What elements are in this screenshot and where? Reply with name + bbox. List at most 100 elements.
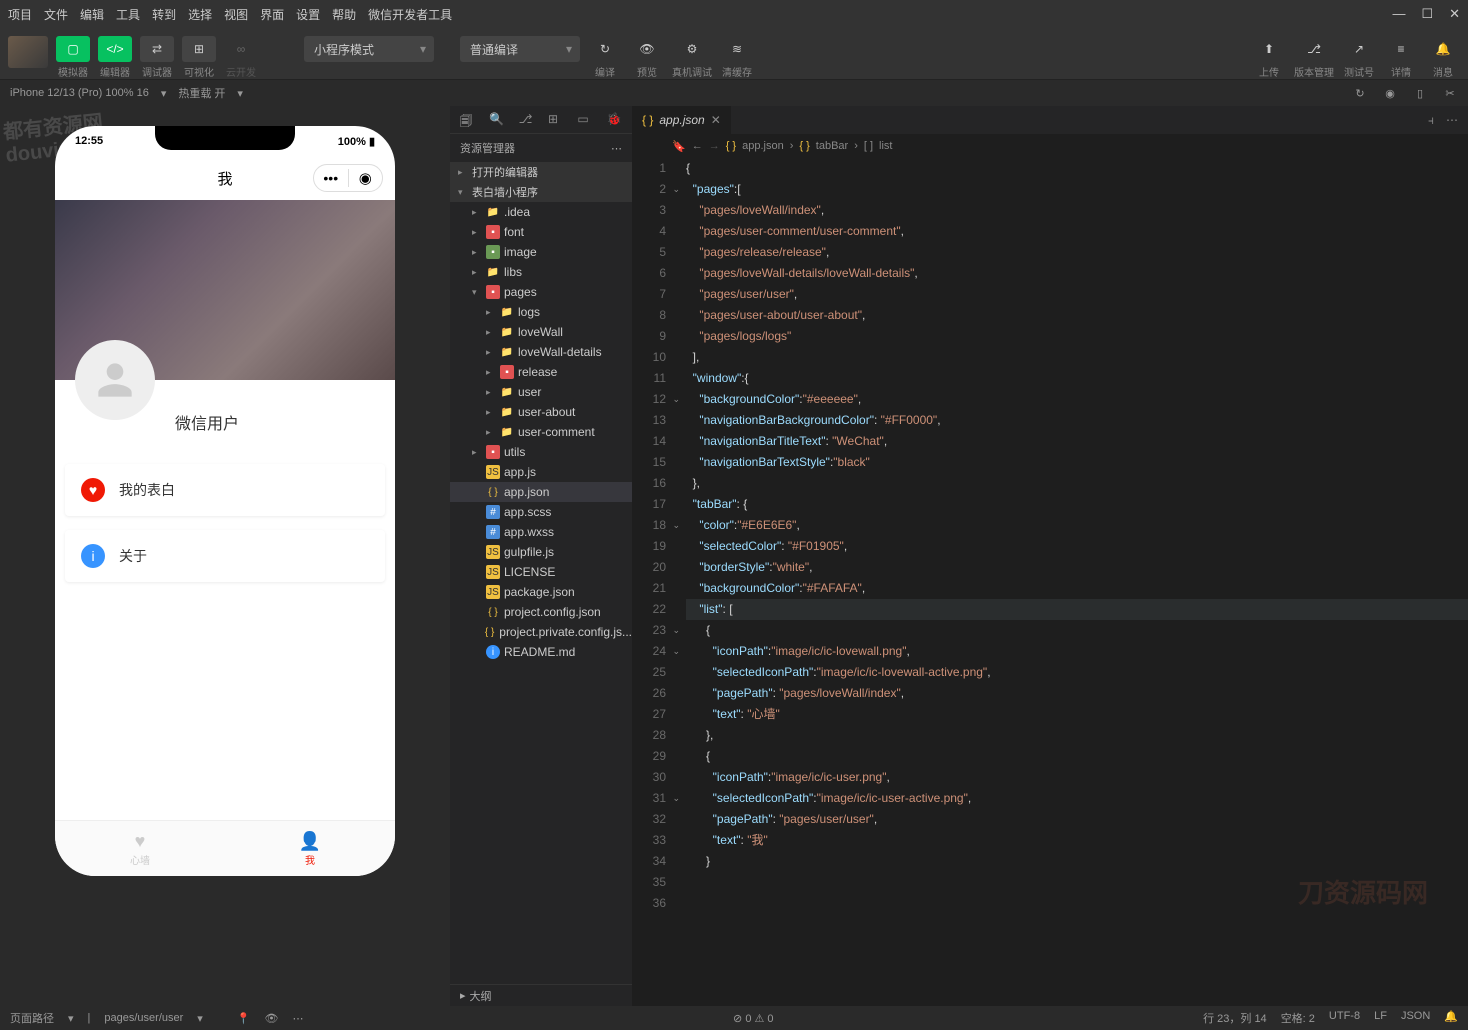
bell-icon[interactable]: 🔔 xyxy=(1444,1010,1458,1026)
line-ending[interactable]: LF xyxy=(1374,1010,1387,1026)
tree-item[interactable]: ▸📁libs xyxy=(450,262,632,282)
split-icon[interactable]: ⫞ xyxy=(1428,113,1434,128)
refresh-icon[interactable]: ↻ xyxy=(1352,85,1368,101)
avatar[interactable] xyxy=(75,340,155,420)
menu-item[interactable]: 帮助 xyxy=(332,6,356,23)
capsule[interactable]: •••◉ xyxy=(313,164,383,192)
tree-item[interactable]: ▸▪release xyxy=(450,362,632,382)
tree-item[interactable]: ▸📁user-comment xyxy=(450,422,632,442)
menu-item[interactable]: 界面 xyxy=(260,6,284,23)
tree-item[interactable]: { }app.json xyxy=(450,482,632,502)
cursor-pos[interactable]: 行 23，列 14 xyxy=(1203,1010,1267,1026)
tree-item[interactable]: ▸▪font xyxy=(450,222,632,242)
menu-item[interactable]: 选择 xyxy=(188,6,212,23)
files-icon[interactable]: 🗐 xyxy=(460,112,475,128)
upload-button[interactable]: ⬆ xyxy=(1252,36,1286,62)
grid-icon[interactable]: ⊞ xyxy=(548,112,563,128)
tree-item[interactable]: JSLICENSE xyxy=(450,562,632,582)
language[interactable]: JSON xyxy=(1401,1010,1430,1026)
project-icon[interactable] xyxy=(8,36,48,68)
preview-button[interactable]: 👁 xyxy=(630,36,664,62)
menu-item[interactable]: 项目 xyxy=(8,6,32,23)
record-icon[interactable]: ◉ xyxy=(1382,85,1398,101)
device-label[interactable]: iPhone 12/13 (Pro) 100% 16 xyxy=(10,87,149,99)
location-icon[interactable]: 📍 xyxy=(237,1012,251,1025)
tree-item[interactable]: iREADME.md xyxy=(450,642,632,662)
compile-button[interactable]: ↻ xyxy=(588,36,622,62)
tab-me[interactable]: 👤 我 xyxy=(225,821,395,876)
tree-item[interactable]: #app.scss xyxy=(450,502,632,522)
outline-section[interactable]: ▸大纲 xyxy=(450,984,632,1006)
list-item[interactable]: i 关于 xyxy=(65,530,385,582)
code-area[interactable]: 1⌄234567891011⌄121314151617⌄1819202122⌄2… xyxy=(632,158,1468,1006)
breadcrumb[interactable]: 🔖 ← → { }app.json ›{ }tabBar ›[ ]list xyxy=(632,134,1468,158)
branch-icon[interactable]: ⎇ xyxy=(519,112,534,128)
tree-item[interactable]: JSapp.js xyxy=(450,462,632,482)
menu-item[interactable]: 设置 xyxy=(296,6,320,23)
close-icon[interactable]: ✕ xyxy=(1449,6,1460,22)
visual-button[interactable]: ⊞ xyxy=(182,36,216,62)
menu-item[interactable]: 文件 xyxy=(44,6,68,23)
menu-item[interactable]: 工具 xyxy=(116,6,140,23)
tab-label: app.json xyxy=(659,113,704,127)
tree-item[interactable]: ▸📁user xyxy=(450,382,632,402)
tree-item[interactable]: { }project.config.json xyxy=(450,602,632,622)
tree-item[interactable]: #app.wxss xyxy=(450,522,632,542)
menu-item[interactable]: 视图 xyxy=(224,6,248,23)
tree-item[interactable]: ▸▪image xyxy=(450,242,632,262)
menu-item[interactable]: 微信开发者工具 xyxy=(368,6,452,23)
hero-image xyxy=(55,200,395,380)
tree-item[interactable]: ▸📁loveWall-details xyxy=(450,342,632,362)
tree-item[interactable]: ▸▪utils xyxy=(450,442,632,462)
bug-icon[interactable]: 🐞 xyxy=(607,112,622,128)
forward-icon[interactable]: → xyxy=(709,140,720,152)
maximize-icon[interactable]: ☐ xyxy=(1421,6,1433,22)
spaces[interactable]: 空格: 2 xyxy=(1281,1010,1315,1026)
tree-item[interactable]: ▾▪pages xyxy=(450,282,632,302)
debugger-button[interactable]: ⇄ xyxy=(140,36,174,62)
tab-wall[interactable]: ♥ 心墙 xyxy=(55,821,225,876)
page-path-label[interactable]: 页面路径 xyxy=(10,1010,54,1026)
more-icon[interactable]: ⋯ xyxy=(292,1012,303,1025)
close-icon[interactable]: ✕ xyxy=(711,113,721,127)
simulator-button[interactable]: ▢ xyxy=(56,36,90,62)
tree-item[interactable]: ▸📁loveWall xyxy=(450,322,632,342)
test-button[interactable]: ↗ xyxy=(1342,36,1376,62)
clear-cache-label: 清缓存 xyxy=(722,64,752,79)
tree-item[interactable]: ▸📁logs xyxy=(450,302,632,322)
search-icon[interactable]: 🔍 xyxy=(489,112,504,128)
bookmark-icon[interactable]: 🔖 xyxy=(672,140,686,153)
cut-icon[interactable]: ✂ xyxy=(1442,85,1458,101)
compile-select[interactable]: 普通编译 xyxy=(460,36,580,62)
tree-item[interactable]: JSgulpfile.js xyxy=(450,542,632,562)
menu-item[interactable]: 转到 xyxy=(152,6,176,23)
details-button[interactable]: ≡ xyxy=(1384,36,1418,62)
messages-button[interactable]: 🔔 xyxy=(1426,36,1460,62)
box-icon[interactable]: ▭ xyxy=(577,112,592,128)
tree-item[interactable]: ▸📁.idea xyxy=(450,202,632,222)
more-icon[interactable]: ⋯ xyxy=(1446,113,1458,128)
version-button[interactable]: ⎇ xyxy=(1297,36,1331,62)
cloud-button[interactable]: ∞ xyxy=(224,36,258,62)
tree-section[interactable]: ▾表白墙小程序 xyxy=(450,182,632,202)
tree-item[interactable]: JSpackage.json xyxy=(450,582,632,602)
tree-section[interactable]: ▸打开的编辑器 xyxy=(450,162,632,182)
phone-icon[interactable]: ▯ xyxy=(1412,85,1428,101)
minimize-icon[interactable]: — xyxy=(1392,6,1405,22)
tree-item[interactable]: { }project.private.config.js... xyxy=(450,622,632,642)
hotreload-label[interactable]: 热重载 开 xyxy=(178,85,225,101)
mode-select[interactable]: 小程序模式 xyxy=(304,36,434,62)
tree-item[interactable]: ▸📁user-about xyxy=(450,402,632,422)
eye-icon[interactable]: 👁 xyxy=(265,1012,279,1025)
list-item[interactable]: ♥ 我的表白 xyxy=(65,464,385,516)
errors[interactable]: ⊘ 0 ⚠ 0 xyxy=(733,1012,774,1025)
editor-tab[interactable]: { } app.json ✕ xyxy=(632,106,731,134)
remote-debug-button[interactable]: ⚙ xyxy=(675,36,709,62)
clear-cache-button[interactable]: ≋ xyxy=(720,36,754,62)
current-page[interactable]: pages/user/user xyxy=(104,1012,183,1024)
editor-button[interactable]: </> xyxy=(98,36,132,62)
back-icon[interactable]: ← xyxy=(692,140,703,152)
more-icon[interactable]: ⋯ xyxy=(611,142,622,155)
encoding[interactable]: UTF-8 xyxy=(1329,1010,1360,1026)
menu-item[interactable]: 编辑 xyxy=(80,6,104,23)
